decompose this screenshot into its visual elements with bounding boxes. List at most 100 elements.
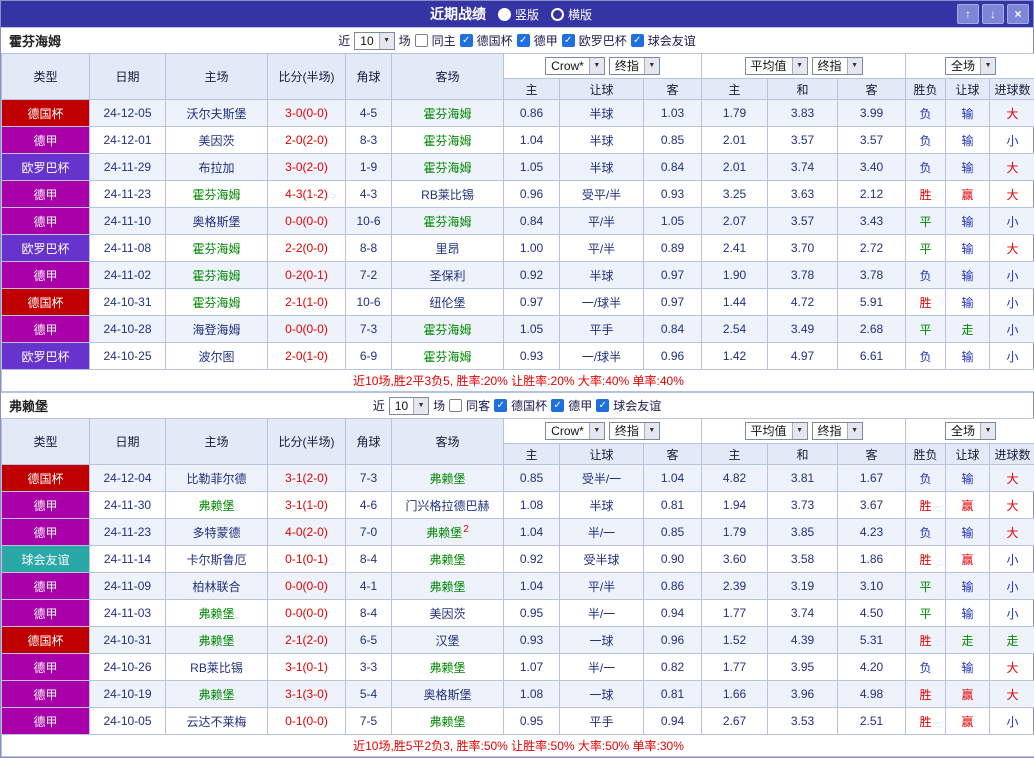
same-venue-checkbox[interactable] (449, 399, 462, 412)
match-row: 德国杯24-10-31弗赖堡2-1(2-0)6-5汉堡0.93一球0.961.5… (2, 627, 1034, 654)
avg-draw-cell: 3.73 (768, 492, 838, 519)
competition-label: 德国杯 (511, 397, 547, 414)
filter-bar: 霍芬海姆 近10▼场同主✓德国杯✓德甲✓欧罗巴杯✓球会友谊 (1, 27, 1033, 53)
result-goals-cell: 大 (990, 519, 1034, 546)
corner-cell: 4-5 (346, 100, 392, 127)
handicap-cell: 一球 (560, 627, 644, 654)
avg-draw-cell: 3.78 (768, 262, 838, 289)
home-team-cell: 弗赖堡 (166, 600, 268, 627)
scope-select[interactable]: 全场▼ (945, 57, 996, 75)
result-wdl-cell: 负 (906, 519, 946, 546)
corner-cell: 7-5 (346, 708, 392, 735)
odds-away-cell: 0.85 (644, 127, 702, 154)
competition-checkbox[interactable]: ✓ (562, 34, 575, 47)
match-row: 德甲24-11-30弗赖堡3-1(1-0)4-6门兴格拉德巴赫1.08半球0.8… (2, 492, 1034, 519)
average-select[interactable]: 平均值▼ (745, 57, 808, 75)
result-handicap-cell: 赢 (946, 546, 990, 573)
column-subheader: 让球 (946, 79, 990, 100)
odds-kind-select[interactable]: 终指▼ (609, 422, 660, 440)
avg-home-cell: 4.82 (702, 465, 768, 492)
recent-count-select[interactable]: 10▼ (389, 397, 429, 415)
odds-away-cell: 0.94 (644, 708, 702, 735)
result-wdl-cell: 胜 (906, 181, 946, 208)
odds-away-cell: 0.84 (644, 316, 702, 343)
competition-label: 球会友谊 (648, 32, 696, 49)
avg-away-cell: 5.91 (838, 289, 906, 316)
avg-draw-cell: 3.57 (768, 208, 838, 235)
view-option-horizontal[interactable]: 横版 (551, 6, 592, 23)
competition-type-badge: 德国杯 (2, 465, 90, 492)
avg-home-cell: 3.25 (702, 181, 768, 208)
avg-away-cell: 2.72 (838, 235, 906, 262)
competition-checkbox[interactable]: ✓ (596, 399, 609, 412)
handicap-cell: 受半球 (560, 546, 644, 573)
odds-home-cell: 1.00 (504, 235, 560, 262)
competition-checkbox[interactable]: ✓ (551, 399, 564, 412)
close-button[interactable]: × (1007, 4, 1029, 24)
result-goals-cell: 大 (990, 465, 1034, 492)
scope-select-value: 全场 (946, 57, 980, 74)
away-team-cell: 霍芬海姆 (392, 127, 504, 154)
date-cell: 24-11-29 (90, 154, 166, 181)
scroll-down-button[interactable]: ↓ (982, 4, 1004, 24)
result-wdl-cell: 平 (906, 235, 946, 262)
score-cell: 0-1(0-0) (268, 708, 346, 735)
away-team-cell: 霍芬海姆 (392, 343, 504, 370)
average-kind-select[interactable]: 终指▼ (812, 57, 863, 75)
scope-select[interactable]: 全场▼ (945, 422, 996, 440)
competition-checkbox[interactable]: ✓ (460, 34, 473, 47)
competition-checkbox[interactable]: ✓ (517, 34, 530, 47)
result-goals-cell: 小 (990, 262, 1034, 289)
same-venue-checkbox[interactable] (415, 34, 428, 47)
recent-count-select[interactable]: 10▼ (354, 32, 394, 50)
odds-home-cell: 0.93 (504, 343, 560, 370)
chevron-down-icon: ▼ (847, 423, 862, 439)
team-section: 霍芬海姆 近10▼场同主✓德国杯✓德甲✓欧罗巴杯✓球会友谊 类型日期主场比分(半… (1, 27, 1033, 392)
avg-away-cell: 4.23 (838, 519, 906, 546)
chevron-down-icon: ▼ (792, 58, 807, 74)
odds-away-cell: 0.93 (644, 181, 702, 208)
odds-provider-select[interactable]: Crow*▼ (545, 57, 605, 75)
scroll-up-button[interactable]: ↑ (957, 4, 979, 24)
result-handicap-cell: 输 (946, 600, 990, 627)
avg-away-cell: 2.12 (838, 181, 906, 208)
score-cell: 0-1(0-1) (268, 546, 346, 573)
odds-provider-select[interactable]: Crow*▼ (545, 422, 605, 440)
match-row: 德甲24-10-28海登海姆0-0(0-0)7-3霍芬海姆1.05平手0.842… (2, 316, 1034, 343)
match-row: 德甲24-11-03弗赖堡0-0(0-0)8-4美因茨0.95半/一0.941.… (2, 600, 1034, 627)
away-team-cell: 美因茨 (392, 600, 504, 627)
away-team-cell: 弗赖堡 (392, 654, 504, 681)
result-handicap-cell: 输 (946, 262, 990, 289)
competition-type-badge: 德甲 (2, 262, 90, 289)
avg-away-cell: 4.50 (838, 600, 906, 627)
view-option-vertical[interactable]: 竖版 (498, 6, 539, 23)
away-team-cell: 纽伦堡 (392, 289, 504, 316)
avg-away-cell: 3.57 (838, 127, 906, 154)
score-cell: 2-0(2-0) (268, 127, 346, 154)
competition-type-badge: 德国杯 (2, 289, 90, 316)
home-team-cell: 云达不莱梅 (166, 708, 268, 735)
competition-checkbox[interactable]: ✓ (494, 399, 507, 412)
odds-home-cell: 0.95 (504, 708, 560, 735)
avg-home-cell: 1.42 (702, 343, 768, 370)
competition-checkbox[interactable]: ✓ (631, 34, 644, 47)
date-cell: 24-12-05 (90, 100, 166, 127)
result-handicap-cell: 赢 (946, 708, 990, 735)
average-select[interactable]: 平均值▼ (745, 422, 808, 440)
away-team-cell: 霍芬海姆 (392, 154, 504, 181)
average-kind-select[interactable]: 终指▼ (812, 422, 863, 440)
corner-cell: 7-3 (346, 465, 392, 492)
date-cell: 24-11-23 (90, 519, 166, 546)
result-handicap-cell: 赢 (946, 492, 990, 519)
odds-kind-select-value: 终指 (610, 57, 644, 74)
odds-kind-select[interactable]: 终指▼ (609, 57, 660, 75)
column-subheader: 主 (702, 79, 768, 100)
avg-home-cell: 2.41 (702, 235, 768, 262)
odds-home-cell: 0.95 (504, 600, 560, 627)
summary-row: 近10场,胜2平3负5, 胜率:20% 让胜率:20% 大率:40% 单率:40… (2, 370, 1034, 392)
corner-cell: 3-3 (346, 654, 392, 681)
odds-home-cell: 1.04 (504, 519, 560, 546)
date-cell: 24-11-14 (90, 546, 166, 573)
avg-draw-cell: 3.63 (768, 181, 838, 208)
competition-type-badge: 欧罗巴杯 (2, 343, 90, 370)
